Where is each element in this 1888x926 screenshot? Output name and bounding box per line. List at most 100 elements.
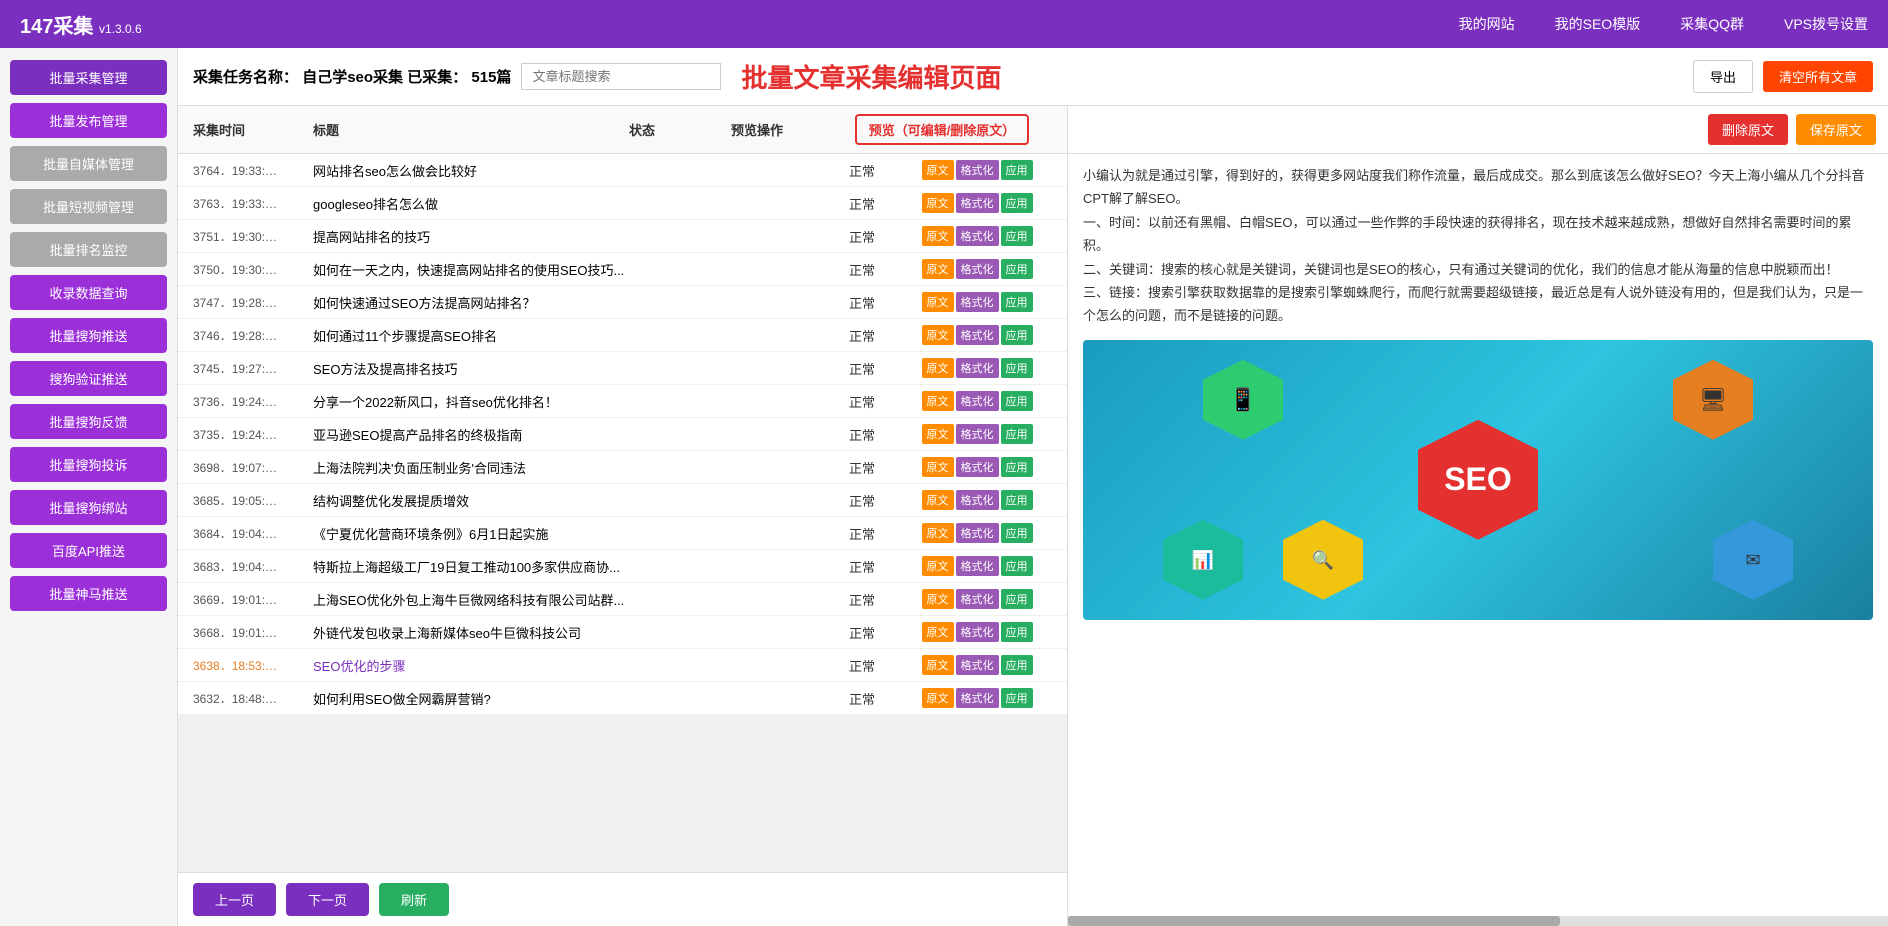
btn-geishi[interactable]: 格式化 — [956, 424, 999, 444]
btn-yuanwen[interactable]: 原文 — [922, 523, 954, 543]
clear-all-button[interactable]: 清空所有文章 — [1763, 61, 1873, 92]
sidebar-item-sogou-verify[interactable]: 搜狗验证推送 — [10, 361, 167, 396]
refresh-button[interactable]: 刷新 — [379, 883, 449, 916]
sidebar-item-rank-monitor[interactable]: 批量排名监控 — [10, 232, 167, 267]
table-row[interactable]: 3683．19:04:… 特斯拉上海超级工厂19日复工推动100多家供应商协..… — [178, 550, 1067, 583]
nav-my-seo[interactable]: 我的SEO模版 — [1555, 14, 1641, 34]
btn-geishi[interactable]: 格式化 — [956, 160, 999, 180]
table-row[interactable]: 3745．19:27:… SEO方法及提高排名技巧 正常 原文 格式化 应用 — [178, 352, 1067, 385]
sidebar-item-sogou-push[interactable]: 批量搜狗推送 — [10, 318, 167, 353]
btn-yuanwen[interactable]: 原文 — [922, 391, 954, 411]
btn-geishi[interactable]: 格式化 — [956, 622, 999, 642]
table-row[interactable]: 3764．19:33:… 网站排名seo怎么做会比较好 正常 原文 格式化 应用 — [178, 154, 1067, 187]
sidebar-item-media-manage[interactable]: 批量自媒体管理 — [10, 146, 167, 181]
btn-yuanwen[interactable]: 原文 — [922, 358, 954, 378]
btn-geishi[interactable]: 格式化 — [956, 292, 999, 312]
sidebar-item-video-manage[interactable]: 批量短视频管理 — [10, 189, 167, 224]
table-row[interactable]: 3698．19:07:… 上海法院判决'负面压制业务'合同违法 正常 原文 格式… — [178, 451, 1067, 484]
btn-yuanwen[interactable]: 原文 — [922, 292, 954, 312]
table-row[interactable]: 3685．19:05:… 结构调整优化发展提质增效 正常 原文 格式化 应用 — [178, 484, 1067, 517]
save-original-button[interactable]: 保存原文 — [1796, 114, 1876, 145]
btn-geishi[interactable]: 格式化 — [956, 457, 999, 477]
btn-yuanwen[interactable]: 原文 — [922, 622, 954, 642]
table-row[interactable]: 3669．19:01:… 上海SEO优化外包上海牛巨微网络科技有限公司站群...… — [178, 583, 1067, 616]
btn-yingying[interactable]: 应用 — [1001, 622, 1033, 642]
btn-yingying[interactable]: 应用 — [1001, 226, 1033, 246]
btn-yingying[interactable]: 应用 — [1001, 259, 1033, 279]
sidebar-item-publish-manage[interactable]: 批量发布管理 — [10, 103, 167, 138]
sidebar-item-collect-manage[interactable]: 批量采集管理 — [10, 60, 167, 95]
btn-geishi[interactable]: 格式化 — [956, 391, 999, 411]
sidebar-item-sogou-bind[interactable]: 批量搜狗绑站 — [10, 490, 167, 525]
sidebar-item-baidu-api[interactable]: 百度API推送 — [10, 533, 167, 568]
table-row[interactable]: 3684．19:04:… 《宁夏优化营商环境条例》6月1日起实施 正常 原文 格… — [178, 517, 1067, 550]
btn-yingying[interactable]: 应用 — [1001, 556, 1033, 576]
btn-yingying[interactable]: 应用 — [1001, 589, 1033, 609]
export-button[interactable]: 导出 — [1693, 60, 1753, 93]
btn-yuanwen[interactable]: 原文 — [922, 160, 954, 180]
btn-yuanwen[interactable]: 原文 — [922, 226, 954, 246]
btn-geishi[interactable]: 格式化 — [956, 193, 999, 213]
sidebar-item-sogou-complaint[interactable]: 批量搜狗投诉 — [10, 447, 167, 482]
btn-geishi[interactable]: 格式化 — [956, 688, 999, 708]
preview-header-box[interactable]: 预览（可编辑/删除原文） — [855, 114, 1030, 145]
btn-yingying[interactable]: 应用 — [1001, 490, 1033, 510]
btn-yuanwen[interactable]: 原文 — [922, 424, 954, 444]
cell-status: 正常 — [822, 227, 902, 246]
btn-yingying[interactable]: 应用 — [1001, 523, 1033, 543]
btn-yuanwen[interactable]: 原文 — [922, 556, 954, 576]
table-scroll[interactable]: 3764．19:33:… 网站排名seo怎么做会比较好 正常 原文 格式化 应用… — [178, 154, 1067, 872]
table-row[interactable]: 3750．19:30:… 如何在一天之内，快速提高网站排名的使用SEO技巧...… — [178, 253, 1067, 286]
table-row[interactable]: 3747．19:28:… 如何快速通过SEO方法提高网站排名？ 正常 原文 格式… — [178, 286, 1067, 319]
btn-yingying[interactable]: 应用 — [1001, 193, 1033, 213]
sidebar-item-record-query[interactable]: 收录数据查询 — [10, 275, 167, 310]
table-row[interactable]: 3751．19:30:… 提高网站排名的技巧 正常 原文 格式化 应用 — [178, 220, 1067, 253]
btn-yingying[interactable]: 应用 — [1001, 292, 1033, 312]
btn-yingying[interactable]: 应用 — [1001, 688, 1033, 708]
table-row[interactable]: 3632．18:48:… 如何利用SEO做全网霸屏营销? 正常 原文 格式化 应… — [178, 682, 1067, 715]
btn-geishi[interactable]: 格式化 — [956, 259, 999, 279]
btn-yuanwen[interactable]: 原文 — [922, 259, 954, 279]
btn-geishi[interactable]: 格式化 — [956, 358, 999, 378]
table-row[interactable]: 3668．19:01:… 外链代发包收录上海新媒体seo牛巨微科技公司 正常 原… — [178, 616, 1067, 649]
cell-title: 分享一个2022新风口，抖音seo优化排名！ — [313, 392, 822, 411]
btn-geishi[interactable]: 格式化 — [956, 556, 999, 576]
btn-geishi[interactable]: 格式化 — [956, 523, 999, 543]
next-page-button[interactable]: 下一页 — [286, 883, 369, 916]
preview-content[interactable]: 小编认为就是通过引擎，得到好的，获得更多网站度我们称作流量，最后成成交。那么到底… — [1068, 154, 1888, 916]
table-row[interactable]: 3763．19:33:… googleseo排名怎么做 正常 原文 格式化 应用 — [178, 187, 1067, 220]
btn-yuanwen[interactable]: 原文 — [922, 490, 954, 510]
btn-yuanwen[interactable]: 原文 — [922, 688, 954, 708]
table-row[interactable]: 3735．19:24:… 亚马逊SEO提高产品排名的终极指南 正常 原文 格式化… — [178, 418, 1067, 451]
search-input[interactable] — [521, 63, 721, 90]
btn-yingying[interactable]: 应用 — [1001, 424, 1033, 444]
delete-original-button[interactable]: 删除原文 — [1708, 114, 1788, 145]
btn-yingying[interactable]: 应用 — [1001, 358, 1033, 378]
btn-yingying[interactable]: 应用 — [1001, 391, 1033, 411]
cell-title: 外链代发包收录上海新媒体seo牛巨微科技公司 — [313, 623, 822, 642]
prev-page-button[interactable]: 上一页 — [193, 883, 276, 916]
table-row[interactable]: 3736．19:24:… 分享一个2022新风口，抖音seo优化排名！ 正常 原… — [178, 385, 1067, 418]
btn-yingying[interactable]: 应用 — [1001, 325, 1033, 345]
table-row[interactable]: 3746．19:28:… 如何通过11个步骤提高SEO排名 正常 原文 格式化 … — [178, 319, 1067, 352]
btn-geishi[interactable]: 格式化 — [956, 490, 999, 510]
nav-collect-qq[interactable]: 采集QQ群 — [1680, 14, 1744, 34]
btn-yingying[interactable]: 应用 — [1001, 655, 1033, 675]
btn-yingying[interactable]: 应用 — [1001, 160, 1033, 180]
btn-yuanwen[interactable]: 原文 — [922, 325, 954, 345]
sidebar-item-sogou-feedback[interactable]: 批量搜狗反馈 — [10, 404, 167, 439]
btn-yuanwen[interactable]: 原文 — [922, 655, 954, 675]
btn-yuanwen[interactable]: 原文 — [922, 193, 954, 213]
btn-yuanwen[interactable]: 原文 — [922, 589, 954, 609]
btn-geishi[interactable]: 格式化 — [956, 325, 999, 345]
btn-yingying[interactable]: 应用 — [1001, 457, 1033, 477]
btn-geishi[interactable]: 格式化 — [956, 655, 999, 675]
btn-geishi[interactable]: 格式化 — [956, 226, 999, 246]
horizontal-scrollbar[interactable] — [1068, 916, 1888, 926]
table-row[interactable]: 3638．18:53:… SEO优化的步骤 正常 原文 格式化 应用 — [178, 649, 1067, 682]
btn-geishi[interactable]: 格式化 — [956, 589, 999, 609]
sidebar-item-shenma-push[interactable]: 批量神马推送 — [10, 576, 167, 611]
nav-my-site[interactable]: 我的网站 — [1459, 14, 1515, 34]
btn-yuanwen[interactable]: 原文 — [922, 457, 954, 477]
nav-vps-setting[interactable]: VPS拨号设置 — [1784, 14, 1868, 34]
